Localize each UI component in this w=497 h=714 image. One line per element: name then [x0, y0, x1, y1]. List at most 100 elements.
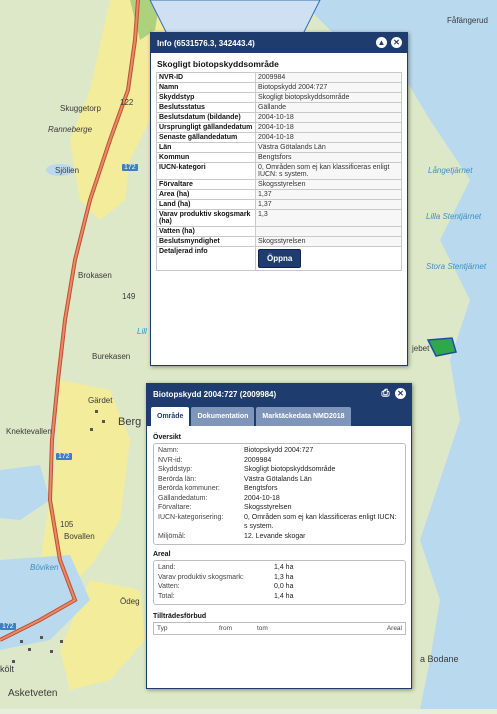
info-row: Ursprungligt gällandedatum 2004-10-18: [156, 122, 402, 133]
tab-bar: Område Dokumentation Marktäckedata NMD20…: [147, 404, 411, 426]
info-popup-title: Info (6531576.3, 342443.4): [157, 38, 255, 48]
info-row-value: 1,37: [255, 189, 402, 200]
map-label-lill: Lill: [137, 327, 147, 336]
tab-marktackedata[interactable]: Marktäckedata NMD2018: [256, 407, 351, 426]
info-row-key: Ursprungligt gällandedatum: [156, 122, 256, 133]
info-feature-title: Skogligt biotopskyddsområde: [157, 59, 279, 69]
area-label: Land:: [158, 564, 176, 571]
overview-row: Miljömål: 12. Levande skogar: [158, 532, 401, 542]
info-row-value: 0, Områden som ej kan klassificeras enli…: [255, 162, 402, 180]
info-row: Beslutsstatus Gällande: [156, 102, 402, 113]
biotop-popup-title: Biotopskydd 2004:727 (2009984): [153, 389, 277, 399]
road-sign-172: 172: [56, 453, 72, 460]
info-row-key: IUCN-kategori: [156, 162, 256, 180]
map-label-odeg: Ödeg: [120, 597, 140, 606]
info-row-key: Beslutsdatum (bildande): [156, 112, 256, 123]
info-row: Skyddstyp Skogligt biotopskyddsområde: [156, 92, 402, 103]
overview-value: 2004-10-18: [244, 494, 280, 502]
map-label-elev-122: 122: [120, 98, 134, 107]
area-box: Land: 1,4 ha Varav produktiv skogsmark: 1,3…: [153, 560, 406, 605]
map-label-bodane: a Bodane: [420, 654, 459, 664]
tab-dokumentation[interactable]: Dokumentation: [191, 407, 255, 426]
area-value: 1,4 ha: [274, 564, 294, 571]
map-label-gardet: Gärdet: [88, 396, 113, 405]
access-col-type: Typ: [157, 625, 168, 632]
map-label-burekasen: Burekasen: [92, 352, 131, 361]
biotop-popup: Biotopskydd 2004:727 (2009984) ⎙ ✕ Områd…: [146, 383, 412, 689]
overview-value: 12. Levande skogar: [244, 532, 306, 540]
info-row-key: Kommun: [156, 152, 256, 163]
overview-label: Namn:: [158, 447, 179, 454]
info-row-value: Västra Götalands Län: [255, 142, 402, 153]
access-table-header: Typ from tom Areal: [153, 622, 406, 635]
close-icon[interactable]: ✕: [391, 37, 402, 48]
info-row-value: Skogligt biotopskyddsområde: [255, 92, 402, 103]
info-popup: Info (6531576.3, 342443.4) ▲ ✕ Skogligt …: [150, 32, 408, 366]
road-sign-172: 172: [122, 164, 138, 171]
print-icon[interactable]: ⎙: [380, 388, 391, 399]
info-row-value: [255, 226, 402, 237]
info-row: Vatten (ha): [156, 226, 402, 237]
overview-label: Miljömål:: [158, 532, 186, 540]
map-label-jebet: jebet: [412, 344, 430, 353]
tab-omrade[interactable]: Område: [151, 407, 190, 426]
overview-value: Bengtsfors: [244, 485, 278, 492]
overview-label: Förvaltare:: [158, 504, 192, 511]
collapse-icon[interactable]: ▲: [376, 37, 387, 48]
overview-label: Berörda kommuner:: [158, 485, 220, 492]
area-row: Vatten: 0,0 ha: [158, 582, 401, 592]
area-row: Total: 1,4 ha: [158, 592, 401, 602]
area-row: Varav produktiv skogsmark: 1,3 ha: [158, 573, 401, 583]
overview-row: Gällandedatum: 2004-10-18: [158, 494, 401, 504]
area-row: Land: 1,4 ha: [158, 563, 401, 573]
info-row: Varav produktiv skogsmark (ha) 1,3: [156, 209, 402, 227]
overview-value: Skogsstyrelsen: [244, 504, 292, 511]
info-row-key: Län: [156, 142, 256, 153]
area-label: Vatten:: [158, 583, 180, 590]
close-icon[interactable]: ✕: [395, 388, 406, 399]
info-popup-header[interactable]: Info (6531576.3, 342443.4) ▲ ✕: [151, 33, 407, 53]
map-label-kolt: költ: [0, 664, 15, 674]
overview-row: Skyddstyp: Skogligt biotopskyddsområde: [158, 465, 401, 475]
overview-label: IUCN-kategorisering:: [158, 513, 224, 521]
map-label-langetjarnet: Långetjärnet: [428, 166, 473, 175]
map-label-berg: Berg: [118, 416, 142, 428]
info-row: Län Västra Götalands Län: [156, 142, 402, 153]
overview-row: NVR-id: 2009984: [158, 456, 401, 466]
info-row-key: Skyddstyp: [156, 92, 256, 103]
info-row-value: Skogsstyrelsen: [255, 236, 402, 247]
map-label-elev-149: 149: [122, 292, 136, 301]
info-row-key: Namn: [156, 82, 256, 93]
overview-label: NVR-id:: [158, 456, 183, 464]
map-label-bovallen: Bovallen: [64, 532, 95, 541]
open-button[interactable]: Öppna: [258, 249, 302, 268]
overview-value: Biotopskydd 2004:727: [244, 447, 314, 454]
info-row-key: Senaste gällandedatum: [156, 132, 256, 143]
info-popup-body: Skogligt biotopskyddsområde NVR-ID 200998…: [151, 53, 407, 365]
overview-value: 0, Områden som ej kan klassificeras enli…: [244, 513, 397, 531]
info-row: Senaste gällandedatum 2004-10-18: [156, 132, 402, 143]
overview-box: Namn: Biotopskydd 2004:727 NVR-id: 2009984 S…: [153, 443, 406, 545]
overview-label: Skyddstyp:: [158, 466, 193, 473]
info-row-detail: Detaljerad info Öppna: [156, 246, 402, 271]
overview-row: Berörda kommuner: Bengtsfors: [158, 484, 401, 494]
info-row-key: Detaljerad info: [156, 246, 256, 271]
biotop-popup-header[interactable]: Biotopskydd 2004:727 (2009984) ⎙ ✕: [147, 384, 411, 404]
map-label-boviken: Böviken: [30, 563, 59, 572]
info-row-value: Skogsstyrelsen: [255, 179, 402, 190]
info-row: IUCN-kategori 0, Områden som ej kan klass…: [156, 162, 402, 180]
info-row-key: NVR-ID: [156, 72, 256, 83]
map-label-knektevallen: Knektevallen: [6, 427, 52, 436]
area-value: 0,0 ha: [274, 583, 294, 590]
info-row-value: 1,3: [255, 209, 402, 227]
info-row-value: Gällande: [255, 102, 402, 113]
map-label-asketveten: Asketveten: [8, 688, 58, 699]
biotop-popup-body: Översikt Namn: Biotopskydd 2004:727 NVR-id…: [147, 426, 411, 635]
access-col-from: from: [219, 625, 232, 632]
section-title-area: Areal: [153, 551, 171, 558]
info-row: Förvaltare Skogsstyrelsen: [156, 179, 402, 190]
map-label-fafangerud: Fåfängerud: [447, 16, 488, 25]
info-row-value: Bengtsfors: [255, 152, 402, 163]
info-row-value: Biotopskydd 2004:727: [255, 82, 402, 93]
map-label-stora-stentjarnet: Stora Stentjärnet: [426, 262, 487, 271]
